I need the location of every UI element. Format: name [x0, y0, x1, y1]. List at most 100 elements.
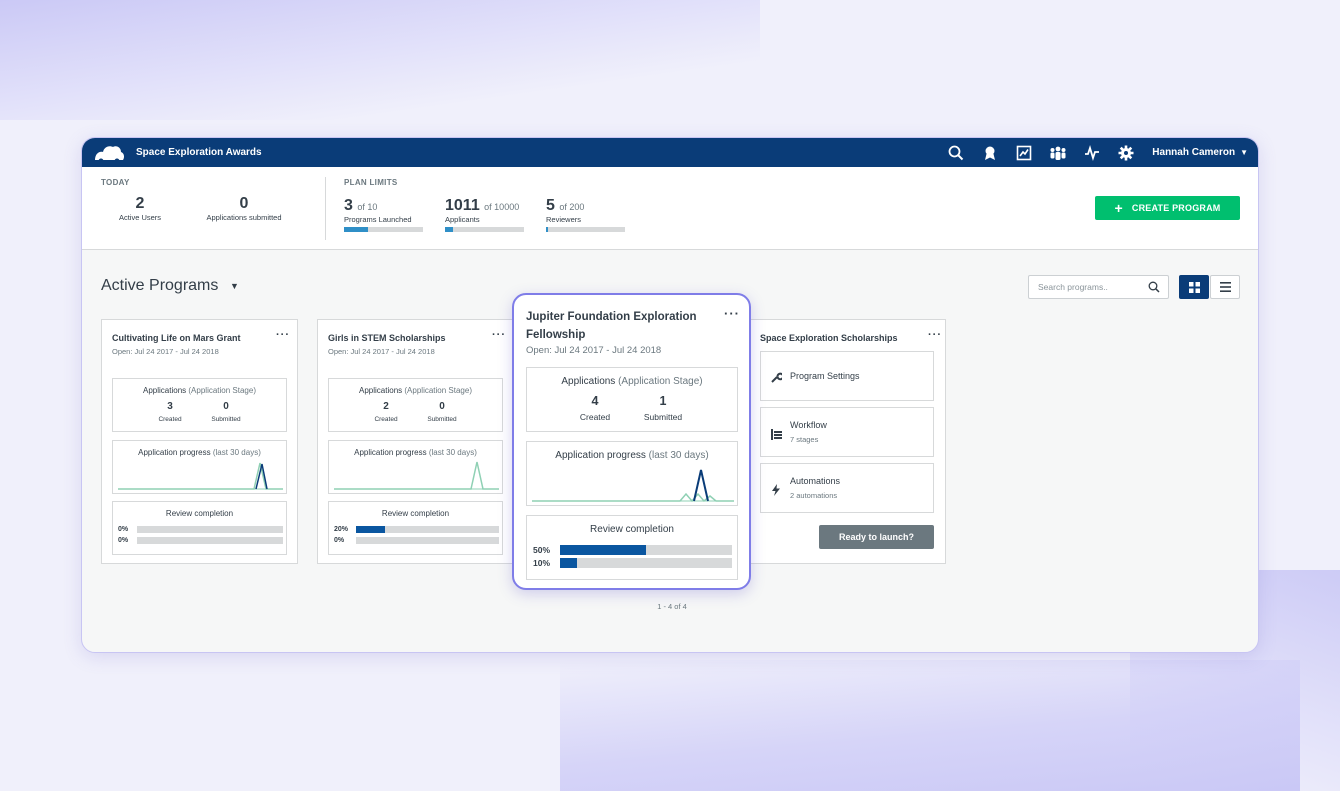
review-percent: 0%	[118, 537, 129, 544]
today-label: TODAY	[101, 178, 130, 187]
program-card-featured[interactable]: Jupiter Foundation Exploration Fellowshi…	[512, 293, 751, 590]
created-count: 3	[167, 401, 173, 412]
menu-item-label: Workflow	[790, 420, 827, 430]
plan-limits-label: PLAN LIMITS	[344, 178, 398, 187]
review-bar	[560, 545, 732, 555]
wrench-icon	[771, 370, 785, 388]
limit-bar	[546, 227, 625, 232]
review-bar-fill	[560, 558, 578, 568]
menu-item-label: Automations	[790, 476, 841, 486]
program-title[interactable]: Cultivating Life on Mars Grant	[112, 333, 241, 343]
program-title[interactable]: Girls in STEM Scholarships	[328, 333, 446, 343]
limit-caption: Programs Launched	[344, 215, 412, 224]
program-dates: Open: Jul 24 2017 - Jul 24 2018	[112, 347, 219, 356]
ready-to-launch-button[interactable]: Ready to launch?	[819, 525, 934, 549]
review-completion-panel: Review completion 0% 0%	[112, 501, 287, 555]
chevron-down-icon[interactable]: ▼	[1240, 148, 1248, 157]
search-placeholder: Search programs..	[1038, 282, 1108, 292]
chevron-down-icon[interactable]: ▼	[230, 281, 239, 291]
more-options-icon[interactable]: ···	[724, 306, 740, 321]
menu-item-sub: 2 automations	[790, 491, 838, 500]
user-menu[interactable]: Hannah Cameron	[1152, 147, 1235, 158]
analytics-icon[interactable]	[1014, 143, 1034, 163]
plus-icon: +	[1114, 200, 1123, 216]
search-icon[interactable]	[1148, 281, 1160, 295]
panel-heading: Application progress	[354, 448, 427, 457]
submitted-count: 1	[659, 394, 667, 408]
review-percent: 10%	[533, 558, 551, 568]
gear-icon[interactable]	[1116, 143, 1136, 163]
limit-bar-fill	[546, 227, 548, 232]
applications-panel: Applications (Application Stage) 4 Creat…	[526, 367, 738, 432]
created-count: 2	[383, 401, 389, 412]
review-percent: 20%	[334, 526, 349, 533]
application-progress-panel: Application progress (last 30 days)	[112, 440, 287, 494]
panel-heading: Review completion	[381, 509, 450, 518]
more-options-icon[interactable]: ···	[276, 329, 290, 341]
award-icon[interactable]	[980, 143, 1000, 163]
limit-bar	[445, 227, 524, 232]
sparkline-chart	[532, 469, 734, 503]
limit-value: 5	[546, 197, 555, 214]
panel-heading-range: (last 30 days)	[648, 450, 709, 461]
active-users-caption: Active Users	[118, 213, 162, 222]
create-program-button[interactable]: + CREATE PROGRAM	[1095, 196, 1240, 220]
automations-item[interactable]: Automations 2 automations	[760, 463, 934, 513]
review-row: 10%	[533, 558, 732, 568]
applications-panel: Applications (Application Stage) 2 Creat…	[328, 378, 503, 432]
pagination-label: 1 - 4 of 4	[657, 602, 687, 611]
workflow-item[interactable]: Workflow 7 stages	[760, 407, 934, 457]
created-label: Created	[579, 412, 611, 422]
limit-caption: Reviewers	[546, 215, 582, 224]
submitted-label: Submitted	[211, 416, 241, 423]
created-count: 4	[591, 394, 599, 408]
submitted-label: Submitted	[427, 416, 457, 423]
panel-heading: Review completion	[590, 524, 674, 535]
program-title[interactable]: Space Exploration Scholarships	[760, 333, 898, 343]
application-progress-panel: Application progress (last 30 days)	[328, 440, 503, 494]
activity-icon[interactable]	[1082, 143, 1102, 163]
review-completion-panel: Review completion 50% 10%	[526, 515, 738, 580]
applications-panel: Applications (Application Stage) 3 Creat…	[112, 378, 287, 432]
more-options-icon[interactable]: ···	[928, 329, 942, 341]
panel-heading: Application progress	[138, 448, 211, 457]
sparkline-chart	[118, 462, 283, 490]
review-bar	[356, 526, 499, 533]
limit-bar	[344, 227, 423, 232]
review-bar	[356, 537, 499, 544]
program-settings-item[interactable]: Program Settings	[760, 351, 934, 401]
limit-bar-fill	[445, 227, 453, 232]
review-percent: 50%	[533, 545, 551, 555]
review-completion-panel: Review completion 20% 0%	[328, 501, 503, 555]
more-options-icon[interactable]: ···	[492, 329, 506, 341]
program-card[interactable]: Girls in STEM Scholarships Open: Jul 24 …	[317, 319, 514, 564]
background-brush-stroke	[0, 0, 760, 120]
panel-heading: Applications	[561, 376, 616, 387]
limit-applicants: 1011 of 10000 Applicants	[445, 197, 524, 232]
team-icon[interactable]	[1048, 143, 1068, 163]
limit-caption: Applicants	[445, 215, 480, 224]
panel-heading: Review completion	[165, 509, 234, 518]
limit-of: of 10000	[484, 202, 520, 212]
program-card[interactable]: Cultivating Life on Mars Grant Open: Jul…	[101, 319, 298, 564]
review-bar	[137, 537, 283, 544]
created-label: Created	[158, 416, 182, 423]
limit-programs: 3 of 10 Programs Launched	[344, 197, 423, 232]
application-progress-panel: Application progress (last 30 days)	[526, 441, 738, 506]
grid-view-button[interactable]	[1179, 275, 1209, 299]
limit-reviewers: 5 of 200 Reviewers	[546, 197, 625, 232]
logo-icon[interactable]	[92, 142, 126, 164]
limit-value: 1011	[445, 197, 480, 214]
review-row: 50%	[533, 545, 732, 555]
panel-heading: Applications	[143, 386, 187, 395]
review-bar-fill	[560, 545, 646, 555]
active-programs-title[interactable]: Active Programs	[101, 277, 218, 295]
menu-item-label: Program Settings	[790, 371, 860, 381]
search-icon[interactable]	[946, 143, 966, 163]
panel-heading: Applications	[359, 386, 403, 395]
search-programs-input[interactable]: Search programs..	[1028, 275, 1169, 299]
list-view-button[interactable]	[1210, 275, 1240, 299]
program-title[interactable]: Jupiter Foundation Exploration Fellowshi…	[526, 308, 716, 344]
applications-submitted-caption: Applications submitted	[206, 213, 282, 222]
program-dates: Open: Jul 24 2017 - Jul 24 2018	[526, 345, 662, 356]
